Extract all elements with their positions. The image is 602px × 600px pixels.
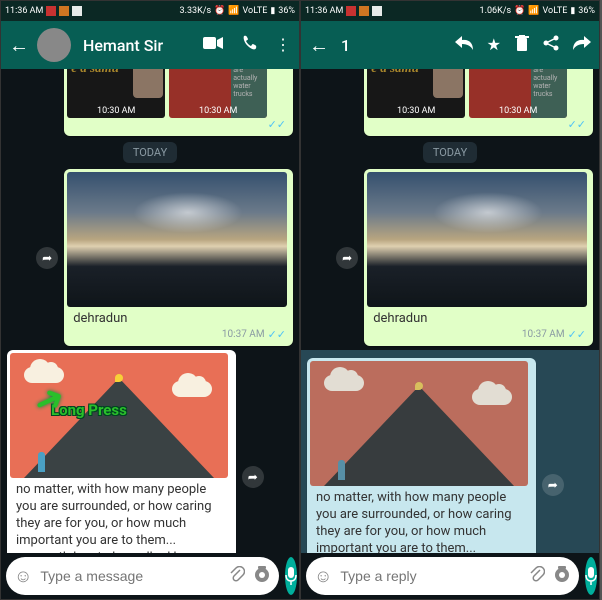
contact-name[interactable]: Hemant Sir (83, 36, 191, 55)
forward-icon[interactable] (573, 35, 591, 55)
camera-icon[interactable] (253, 566, 271, 586)
image-attachment[interactable] (310, 361, 528, 486)
message-text: no matter, with how many people you are … (10, 478, 233, 553)
status-icon (59, 6, 69, 16)
mic-button[interactable] (585, 557, 597, 595)
status-icon (46, 6, 56, 16)
message-input-box[interactable]: ☺ (306, 557, 579, 595)
forward-icon[interactable]: ➦ (542, 474, 564, 496)
selection-count: 1 (341, 36, 443, 55)
attach-icon[interactable] (229, 566, 245, 586)
phone-left: 11:36 AM 3.33K/s ⏰ 📶 VoLTE ▮ 36% ← Heman… (0, 0, 300, 600)
message-input[interactable] (40, 568, 221, 584)
status-bar: 11:36 AM 3.33K/s ⏰ 📶 VoLTE ▮ 36% (1, 1, 299, 21)
message-bubble[interactable]: ➦ dehradun 10:37 AM✓✓ (64, 169, 293, 346)
status-icon (359, 6, 369, 16)
image-caption: dehradun (67, 307, 290, 328)
message-input-box[interactable]: ☺ (6, 557, 279, 595)
signal-icon: ▮ (270, 6, 275, 16)
image-caption: dehradun (367, 307, 590, 328)
star-icon[interactable]: ★ (487, 35, 501, 55)
emoji-icon[interactable]: ☺ (314, 566, 332, 587)
message-bubble[interactable]: e a·samu 10:30 AM Firetrucks are actuall… (64, 69, 293, 136)
selected-row[interactable]: ➦ no matter, with how many people you ar… (301, 350, 599, 553)
alarm-icon: ⏰ (514, 6, 525, 16)
forward-icon[interactable]: ➦ (336, 247, 358, 269)
status-time: 11:36 AM (305, 6, 343, 16)
avatar[interactable] (37, 28, 71, 62)
delete-icon[interactable] (515, 35, 529, 55)
battery: 36% (278, 6, 295, 16)
image-thumb[interactable]: e a·samu 10:30 AM (367, 69, 465, 118)
back-button[interactable]: ← (309, 33, 329, 58)
camera-icon[interactable] (553, 566, 571, 586)
signal-icon: ▮ (570, 6, 575, 16)
network-speed: 3.33K/s (180, 6, 212, 16)
message-bubble-selected[interactable]: ➦ no matter, with how many people you ar… (307, 358, 536, 553)
image-thumb[interactable]: Firetrucks are actually water trucks 10:… (169, 69, 267, 118)
message-bubble[interactable]: ➦ no matter, with how many people you ar… (7, 350, 236, 553)
message-bubble[interactable]: e a·samu 10:30 AM Firetrucks are actuall… (364, 69, 593, 136)
menu-icon[interactable]: ⋮ (275, 35, 291, 55)
image-thumb[interactable]: e a·samu 10:30 AM (67, 69, 165, 118)
voice-call-icon[interactable] (241, 35, 257, 55)
volte: VoLTE (243, 6, 268, 16)
status-bar: 11:36 AM 1.06K/s ⏰ 📶 VoLTE ▮ 36% (301, 1, 599, 21)
share-icon[interactable] (543, 35, 559, 55)
forward-icon[interactable]: ➦ (36, 247, 58, 269)
read-ticks-icon: ✓✓ (568, 328, 586, 341)
emoji-icon[interactable]: ☺ (14, 566, 32, 587)
message-bubble[interactable]: ➦ dehradun 10:37 AM✓✓ (364, 169, 593, 346)
attach-icon[interactable] (529, 566, 545, 586)
date-pill: TODAY (423, 142, 477, 163)
selection-header: ← 1 ★ (301, 21, 599, 69)
mic-button[interactable] (285, 557, 297, 595)
message-text: no matter, with how many people you are … (310, 486, 533, 553)
phone-right: 11:36 AM 1.06K/s ⏰ 📶 VoLTE ▮ 36% ← 1 ★ (300, 0, 600, 600)
chat-header: ← Hemant Sir ⋮ (1, 21, 299, 69)
chat-body[interactable]: e a·samu 10:30 AM Firetrucks are actuall… (1, 69, 299, 553)
input-bar: ☺ (301, 553, 599, 599)
status-icon (72, 6, 82, 16)
status-time: 11:36 AM (5, 6, 43, 16)
volte: VoLTE (543, 6, 568, 16)
input-bar: ☺ (1, 553, 299, 599)
read-ticks-icon: ✓✓ (568, 118, 586, 131)
network-speed: 1.06K/s (480, 6, 512, 16)
message-input[interactable] (340, 568, 521, 584)
wifi-icon: 📶 (528, 6, 539, 16)
read-ticks-icon: ✓✓ (268, 118, 286, 131)
battery: 36% (578, 6, 595, 16)
image-attachment[interactable] (67, 172, 287, 307)
image-attachment[interactable] (367, 172, 587, 307)
date-pill: TODAY (123, 142, 177, 163)
status-icon (372, 6, 382, 16)
forward-icon[interactable]: ➦ (242, 466, 264, 488)
image-attachment[interactable] (10, 353, 228, 478)
alarm-icon: ⏰ (214, 6, 225, 16)
wifi-icon: 📶 (228, 6, 239, 16)
read-ticks-icon: ✓✓ (268, 328, 286, 341)
reply-icon[interactable] (455, 35, 473, 55)
image-thumb[interactable]: Firetrucks are actually water trucks 10:… (469, 69, 567, 118)
chat-body[interactable]: e a·samu 10:30 AM Firetrucks are actuall… (301, 69, 599, 553)
video-call-icon[interactable] (203, 35, 223, 55)
status-icon (346, 6, 356, 16)
back-button[interactable]: ← (9, 33, 29, 58)
